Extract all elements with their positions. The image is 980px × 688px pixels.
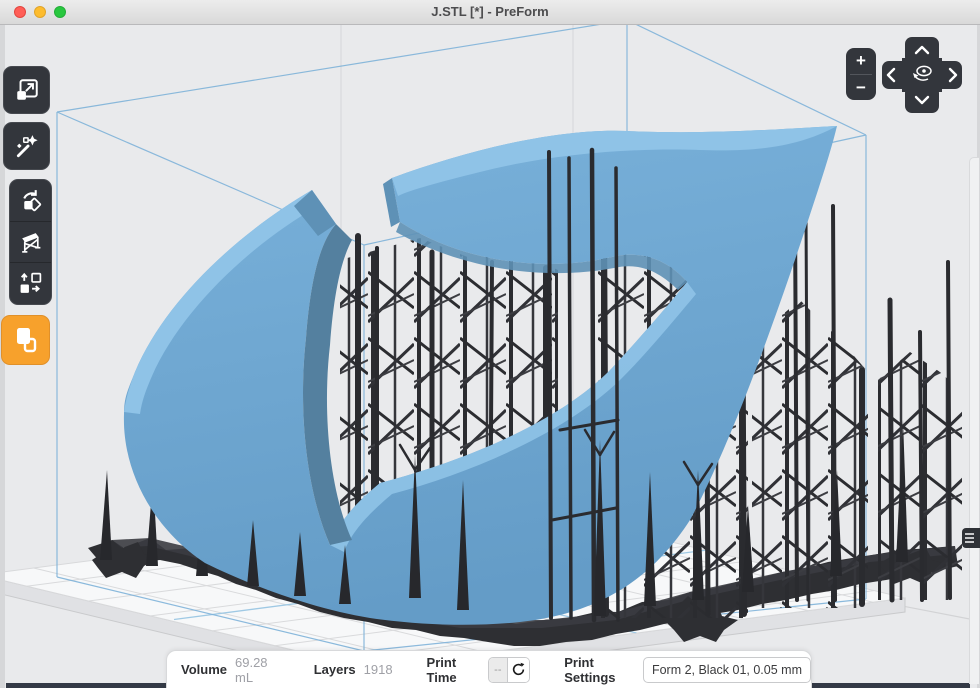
scale-icon [14,77,40,103]
volume-label: Volume [181,662,227,677]
zoom-out-button[interactable]: − [846,75,876,101]
zoom-in-button[interactable]: + [846,48,876,74]
model-list-icon [965,533,974,535]
supports-tool-button[interactable] [10,221,51,263]
preform-window: J.STL [*] - PreForm [0,0,980,688]
model-list-flyout-button[interactable] [962,528,980,548]
print-settings-label: Print Settings [564,655,634,685]
right-flyout-panel-edge [969,157,979,684]
print-settings-selector[interactable]: Form 2, Black 01, 0.05 mm [643,657,811,683]
layout-tool-button[interactable] [10,262,51,304]
print-settings-value: Form 2, Black 01, 0.05 mm [652,663,802,677]
recalculate-print-time-button[interactable] [508,658,529,682]
print-icon [12,325,40,355]
supports-icon [18,230,43,255]
viewport-3d[interactable] [0,25,980,688]
view-pad [880,35,964,115]
rotate-icon [18,188,43,213]
print-time-value: -- [489,658,508,682]
title-bar: J.STL [*] - PreForm [0,0,980,25]
window-title: J.STL [*] - PreForm [0,4,980,19]
print-time-control: -- [488,657,530,683]
magic-wand-icon [14,133,40,159]
one-click-orient-button[interactable] [3,122,50,170]
rotate-tool-button[interactable] [10,180,51,221]
edit-tools-group [9,179,52,305]
layout-icon [18,271,43,296]
layers-value: 1918 [364,662,393,677]
volume-value: 69.28 mL [235,655,280,685]
print-button[interactable] [1,315,50,365]
zoom-control: + − [846,48,876,100]
layers-label: Layers [314,662,356,677]
recalculate-icon [511,662,526,677]
status-bar: Volume 69.28 mL Layers 1918 Print Time -… [166,650,812,688]
print-time-label: Print Time [427,655,479,685]
scale-tool-button[interactable] [3,66,50,114]
